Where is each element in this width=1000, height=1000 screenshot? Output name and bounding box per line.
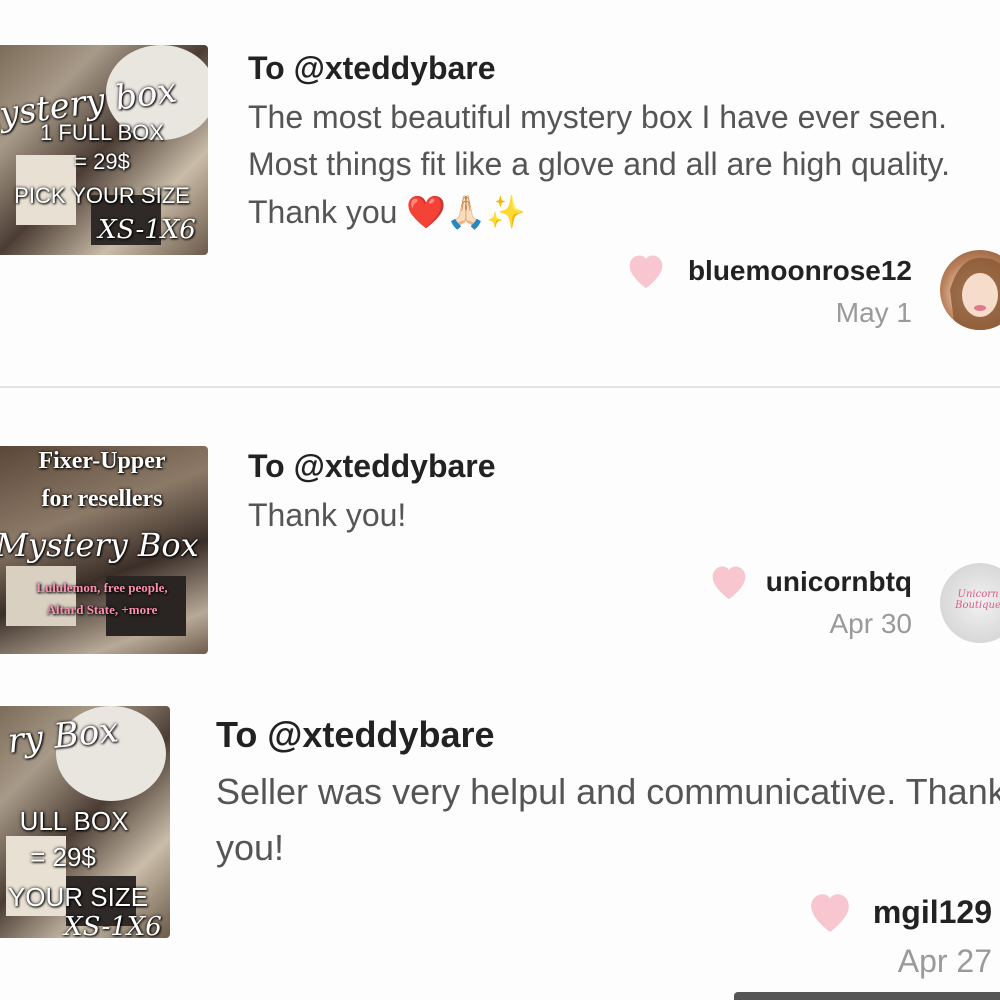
thumbnail-text: Lululemon, free people,	[36, 580, 168, 595]
avatar-text: Unicorn Boutique	[955, 589, 1000, 611]
review-date: Apr 30	[829, 608, 913, 639]
review-recipient: To @xteddybare	[248, 50, 496, 86]
thumbnail-text: Mystery Box	[0, 526, 199, 564]
thumbnail-text: = 29$	[30, 842, 96, 872]
review-recipient: To @xteddybare	[248, 448, 496, 484]
reviewer-username[interactable]: mgil129	[873, 894, 992, 931]
thumbnail-text: YOUR SIZE	[7, 882, 149, 912]
thumbnail-text: XS-1X6	[98, 215, 196, 245]
heart-icon	[629, 255, 663, 289]
avatar-image	[950, 257, 1000, 330]
reviewer-avatar[interactable]: Unicorn Boutique	[940, 563, 1000, 643]
review-text: Thank you!	[248, 497, 407, 533]
thumbnail-text: 1 FULL BOX	[40, 120, 164, 145]
listing-thumbnail[interactable]: Fixer-Upper for resellers Mystery Box Lu…	[0, 446, 208, 654]
thumbnail-text: = 29$	[74, 149, 130, 174]
review-text: The most beautiful mystery box I have ev…	[248, 99, 951, 230]
scrollbar[interactable]	[734, 992, 1000, 1000]
review-date: May 1	[835, 297, 912, 328]
review-date: Apr 27	[897, 943, 992, 979]
thumbnail-text: XS-1X6	[64, 912, 162, 938]
review-recipient: To @xteddybare	[216, 714, 495, 755]
thumbnail-text: ULL BOX	[19, 806, 129, 836]
reviewer-username[interactable]: bluemoonrose12	[688, 255, 912, 287]
heart-icon[interactable]	[707, 561, 751, 601]
thumbnail-text: for resellers	[41, 486, 163, 512]
review-item: Fixer-Upper for resellers Mystery Box Lu…	[0, 388, 1000, 688]
thumbnail-text: PICK YOUR SIZE	[14, 183, 190, 208]
heart-icon[interactable]	[804, 888, 856, 934]
listing-thumbnail[interactable]: mystery box 1 FULL BOX = 29$ PICK YOUR S…	[0, 45, 208, 255]
heart-icon	[712, 566, 746, 600]
review-item: ry Box ULL BOX = 29$ YOUR SIZE XS-1X6 To…	[0, 688, 1000, 1000]
heart-icon	[811, 894, 849, 932]
thumbnail-text: Altard State, +more	[46, 602, 158, 617]
heart-icon[interactable]	[624, 250, 668, 290]
reviewer-username[interactable]: unicornbtq	[766, 566, 912, 598]
reviewer-avatar[interactable]	[940, 250, 1000, 330]
listing-thumbnail[interactable]: ry Box ULL BOX = 29$ YOUR SIZE XS-1X6	[0, 706, 170, 938]
thumbnail-text: Fixer-Upper	[38, 448, 166, 474]
review-item: mystery box 1 FULL BOX = 29$ PICK YOUR S…	[0, 0, 1000, 386]
review-text: Seller was very helpul and communicative…	[216, 771, 1000, 868]
